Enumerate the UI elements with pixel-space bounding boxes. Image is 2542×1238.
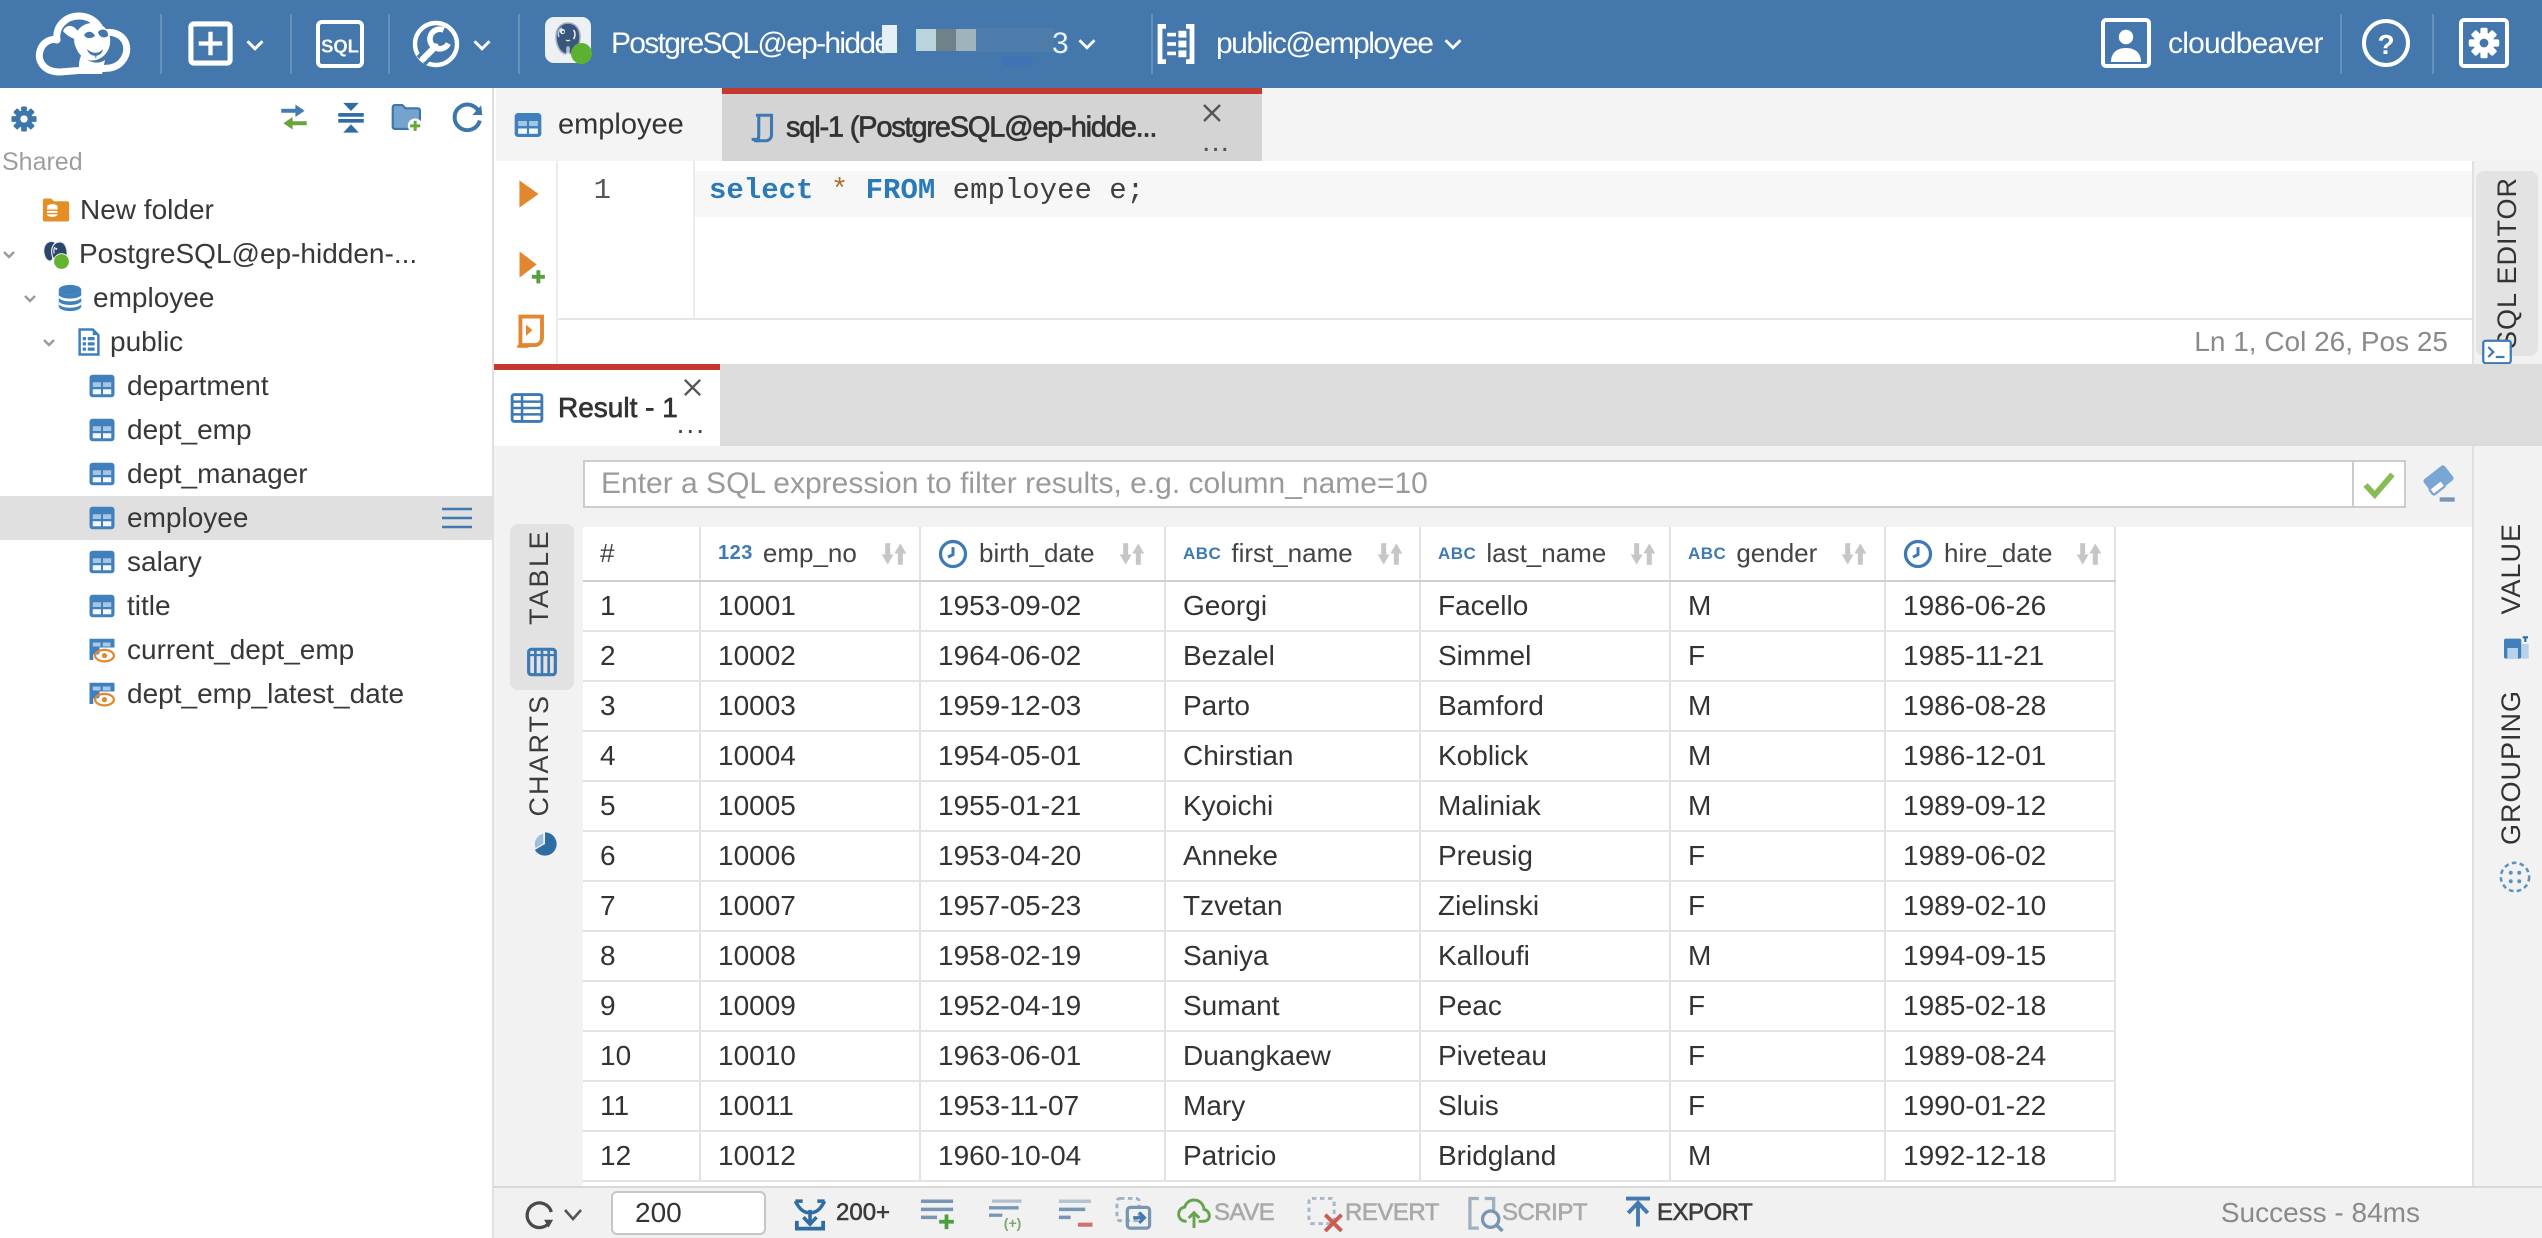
svg-text:SQL: SQL — [321, 36, 359, 57]
svg-text:(+): (+) — [1004, 1215, 1022, 1231]
svg-text:?: ? — [2377, 29, 2394, 60]
